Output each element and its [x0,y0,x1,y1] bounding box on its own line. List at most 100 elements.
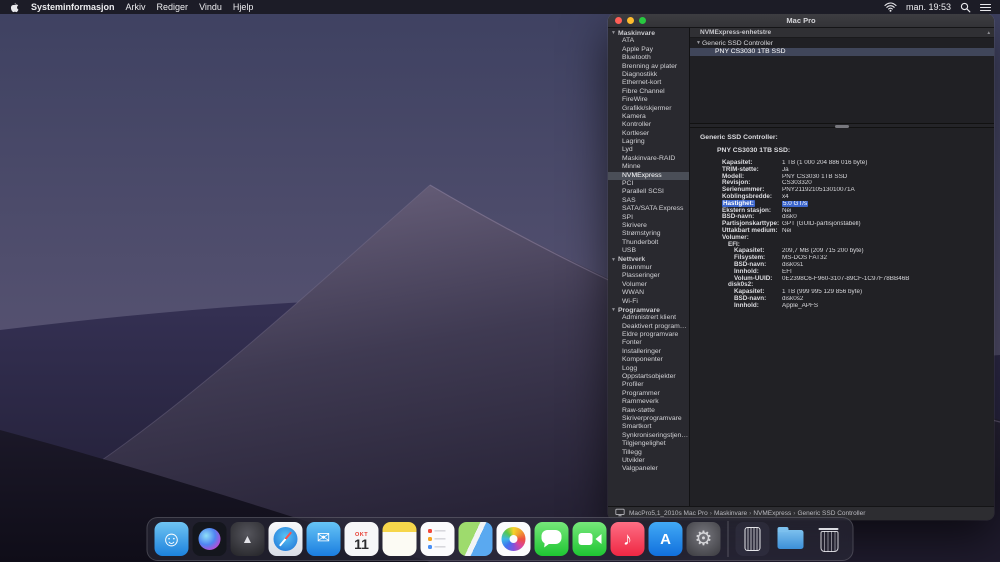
sidebar-section-programvare[interactable]: ▼ Programvare [608,306,689,314]
spotlight-search-icon[interactable] [960,2,971,13]
sidebar-item-spi[interactable]: SPI [608,214,689,222]
breadcrumb-item[interactable]: MacPro5,1_2010s Mac Pro [629,510,708,517]
sidebar-item-str-mstyring[interactable]: Strømstyring [608,230,689,238]
menu-arkiv[interactable]: Arkiv [126,2,146,12]
close-button[interactable] [615,17,622,24]
sidebar-item-tillegg[interactable]: Tillegg [608,449,689,457]
menu-bar-clock[interactable]: man. 19:53 [906,2,951,12]
sidebar-item-bluetooth[interactable]: Bluetooth [608,54,689,62]
sidebar-item-parallell-scsi[interactable]: Parallell SCSI [608,188,689,196]
sidebar-item-administrert-klient[interactable]: Administrert klient [608,314,689,322]
sidebar-item-minne[interactable]: Minne [608,163,689,171]
minimize-button[interactable] [627,17,634,24]
breadcrumb-item[interactable]: NVMExpress [753,510,791,517]
dock-notes-icon[interactable] [382,522,417,556]
sidebar-item-profiler[interactable]: Profiler [608,381,689,389]
wifi-icon[interactable] [884,2,897,12]
dock-sysprefs-icon[interactable]: ⚙ [686,522,721,556]
sidebar-item-tilgjengelighet[interactable]: Tilgjengelighet [608,440,689,448]
sidebar-item-thunderbolt[interactable]: Thunderbolt [608,239,689,247]
dock-calendar-icon[interactable]: OKT 11 [344,522,379,556]
active-app-name[interactable]: Systeminformasjon [31,2,115,12]
menu-rediger[interactable]: Rediger [157,2,189,12]
dock-appstore-icon[interactable]: A [648,522,683,556]
dock-downloads-icon[interactable] [774,522,808,556]
sidebar-item-rammeverk[interactable]: Rammeverk [608,398,689,406]
sidebar-item-nvmexpress[interactable]: NVMExpress [608,171,689,181]
dock-messages-icon[interactable] [534,522,569,556]
device-tree-header[interactable]: NVMExpress-enhetstre ▴ [690,28,994,38]
sidebar-section-nettverk[interactable]: ▼ Nettverk [608,256,689,264]
sidebar-item-fonter[interactable]: Fonter [608,339,689,347]
sidebar-item-grafikk-skjermer[interactable]: Grafikk/skjermer [608,105,689,113]
sidebar-item-wi-fi[interactable]: Wi-Fi [608,298,689,306]
breadcrumb-item[interactable]: Maskinvare [714,510,747,517]
pane-splitter[interactable] [690,123,994,128]
sidebar-item-apple-pay[interactable]: Apple Pay [608,46,689,54]
sidebar-item-sata-sata-express[interactable]: SATA/SATA Express [608,205,689,213]
calendar-day-label: 11 [354,535,369,552]
breadcrumb-item[interactable]: Generic SSD Controller [797,510,865,517]
dock-siri-icon[interactable] [192,522,227,556]
sidebar-item-kortleser[interactable]: Kortleser [608,130,689,138]
dock-maps-icon[interactable] [458,522,493,556]
sidebar-item-ethernet-kort[interactable]: Ethernet-kort [608,79,689,87]
dock-mail-icon[interactable]: ✉ [306,522,341,556]
sidebar-item-lyd[interactable]: Lyd [608,146,689,154]
sidebar-item-smartkort[interactable]: Smartkort [608,423,689,431]
sidebar-item-programmer[interactable]: Programmer [608,390,689,398]
disclosure-triangle-icon[interactable]: ▼ [695,40,702,46]
sidebar-item-raw-st-tte[interactable]: Raw-støtte [608,407,689,415]
sidebar-item-skrivere[interactable]: Skrivere [608,222,689,230]
sidebar-item-oppstartsobjekter[interactable]: Oppstartsobjekter [608,373,689,381]
sidebar[interactable]: ▼ Maskinvare ATA Apple Pay Bluetooth Brenning… [608,28,690,506]
dock-macpro-icon[interactable] [735,522,770,556]
tree-row[interactable]: ▼ Generic SSD Controller [690,39,994,48]
sidebar-item-fibre-channel[interactable]: Fibre Channel [608,88,689,96]
sidebar-item-kontroller[interactable]: Kontroller [608,121,689,129]
dock-facetime-icon[interactable] [572,522,607,556]
tree-row[interactable]: PNY CS3030 1TB SSD [690,47,994,56]
sidebar-item-brenning-av-plater[interactable]: Brenning av plater [608,63,689,71]
sidebar-item-pci[interactable]: PCI [608,180,689,188]
sidebar-item-utvikler[interactable]: Utvikler [608,457,689,465]
sidebar-item-sas[interactable]: SAS [608,197,689,205]
apple-menu-icon[interactable] [9,1,20,14]
sidebar-item-eldre-programvare[interactable]: Eldre programvare [608,331,689,339]
sidebar-item-kamera[interactable]: Kamera [608,113,689,121]
zoom-button[interactable] [639,17,646,24]
sidebar-item-installeringer[interactable]: Installeringer [608,348,689,356]
notification-center-icon[interactable] [980,3,991,12]
sidebar-item-lagring[interactable]: Lagring [608,138,689,146]
sidebar-item-logg[interactable]: Logg [608,365,689,373]
sidebar-item-wwan[interactable]: WWAN [608,289,689,297]
sidebar-item-valgpaneler[interactable]: Valgpaneler [608,465,689,473]
dock-reminders-icon[interactable] [420,522,455,556]
menu-vindu[interactable]: Vindu [199,2,222,12]
sidebar-item-firewire[interactable]: FireWire [608,96,689,104]
dock-launchpad-icon[interactable]: ▲ [230,522,265,556]
sidebar-item-deaktivert-programvare[interactable]: Deaktivert programvare [608,323,689,331]
sidebar-item-maskinvare-raid[interactable]: Maskinvare-RAID [608,155,689,163]
sidebar-item-brannmur[interactable]: Brannmur [608,264,689,272]
dock-trash-icon[interactable] [812,522,846,556]
dock-finder-icon[interactable]: ☺ [154,522,189,556]
window-titlebar[interactable]: Mac Pro [608,14,994,28]
menu-hjelp[interactable]: Hjelp [233,2,254,12]
dock-safari-icon[interactable] [268,522,303,556]
sidebar-item-ata[interactable]: ATA [608,37,689,45]
detail-row[interactable]: Innhold: Apple_APFS [690,302,994,310]
sidebar-item-plasseringer[interactable]: Plasseringer [608,272,689,280]
sidebar-item-synkroniseringstjene-[interactable]: Synkroniseringstjene... [608,432,689,440]
breadcrumb[interactable]: MacPro5,1_2010s Mac Pro › Maskinvare › NVMEx… [629,510,865,517]
details-pane[interactable]: Generic SSD Controller: PNY CS3030 1TB S… [690,128,994,506]
sidebar-section-maskinvare[interactable]: ▼ Maskinvare [608,29,689,37]
dock-music-icon[interactable]: ♪ [610,522,645,556]
dock-photos-icon[interactable] [496,522,531,556]
sidebar-item-usb[interactable]: USB [608,247,689,255]
sidebar-item-diagnostikk[interactable]: Diagnostikk [608,71,689,79]
device-tree[interactable]: ▼ Generic SSD Controller PNY CS3030 1TB SS… [690,38,994,123]
sidebar-item-volumer[interactable]: Volumer [608,281,689,289]
sidebar-item-komponenter[interactable]: Komponenter [608,356,689,364]
sidebar-item-skriverprogramvare[interactable]: Skriverprogramvare [608,415,689,423]
